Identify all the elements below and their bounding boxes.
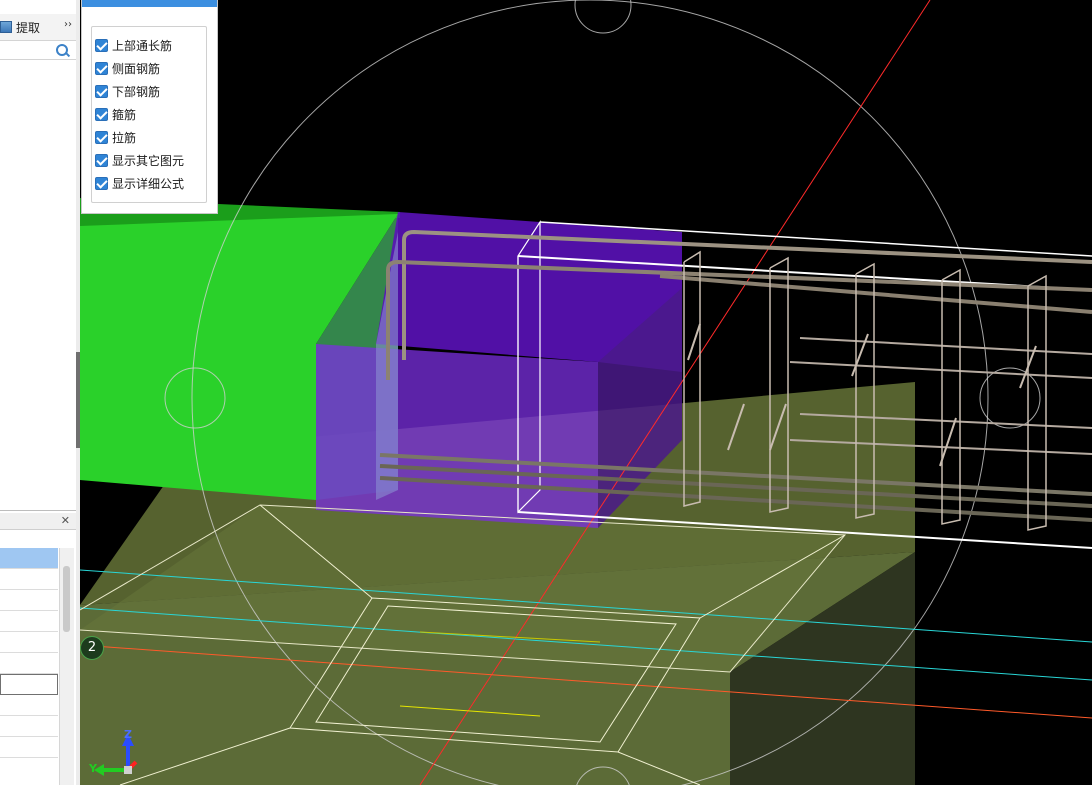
grid-row-edit[interactable] [0, 674, 58, 695]
checkbox-check-icon[interactable] [95, 38, 108, 52]
grid-row[interactable] [0, 716, 58, 737]
layer-checkbox-4[interactable]: 拉筋 [95, 129, 136, 145]
checkbox-check-icon[interactable] [95, 130, 108, 144]
axis-z-label: Z [124, 728, 132, 741]
checkbox-label: 侧面钢筋 [112, 61, 161, 76]
layer-checkbox-3[interactable]: 箍筋 [95, 106, 136, 122]
more-icon[interactable]: ›› [64, 19, 72, 30]
grid-row[interactable] [0, 737, 58, 758]
layer-checkbox-0[interactable]: 上部通长筋 [95, 37, 172, 53]
panel-title-bar[interactable] [82, 0, 217, 7]
search-icon[interactable] [56, 44, 68, 56]
extract-icon [0, 21, 12, 33]
grid-axis-number[interactable]: 2 [80, 636, 104, 660]
checkbox-check-icon[interactable] [95, 153, 108, 167]
checkbox-label: 箍筋 [112, 107, 137, 122]
checkbox-label: 上部通长筋 [112, 38, 173, 53]
3d-viewport[interactable] [80, 0, 1092, 785]
extract-label: 提取 [16, 20, 41, 35]
property-grid [0, 548, 58, 758]
property-panel-header: ✕ [0, 513, 76, 530]
grid-row[interactable] [0, 611, 58, 632]
purple-block-front [316, 344, 598, 528]
checkbox-check-icon[interactable] [95, 61, 108, 75]
vertical-scrollbar[interactable] [59, 548, 74, 785]
grid-row[interactable] [0, 695, 58, 716]
display-options-panel: 上部通长筋侧面钢筋下部钢筋箍筋拉筋显示其它图元 显示详细公式 [82, 0, 217, 213]
search-input[interactable] [0, 41, 76, 60]
checkbox-check-icon[interactable] [95, 107, 108, 121]
grid-row[interactable] [0, 632, 58, 653]
extract-button[interactable]: 提取 [0, 18, 40, 36]
grid-row[interactable] [0, 590, 58, 611]
checkbox-check-icon[interactable] [95, 84, 108, 98]
panel-divider [0, 510, 76, 511]
layer-checkbox-6[interactable]: 显示详细公式 [95, 175, 184, 191]
axis-y-label: Y [89, 762, 97, 775]
layer-checkbox-2[interactable]: 下部钢筋 [95, 83, 160, 99]
left-toolbar: 提取 ›› [0, 14, 76, 41]
checkbox-check-icon[interactable] [95, 176, 108, 190]
close-icon[interactable]: ✕ [61, 514, 70, 527]
app-window: 提取 ›› ✕ Z Y 2 上部通长筋 侧面钢筋 下部钢筋 箍筋 拉筋 显示其它… [0, 0, 1092, 785]
grid-row[interactable] [0, 548, 58, 569]
checkbox-label: 显示详细公式 [112, 176, 185, 191]
grid-row[interactable] [0, 653, 58, 674]
grid-row[interactable] [0, 569, 58, 590]
checkbox-label: 下部钢筋 [112, 84, 161, 99]
left-panel: 提取 ›› ✕ [0, 0, 77, 785]
checkbox-label: 拉筋 [112, 130, 137, 145]
layer-checkbox-5[interactable]: 显示其它图元 [95, 152, 184, 168]
checkbox-label: 显示其它图元 [112, 153, 185, 168]
scroll-thumb[interactable] [63, 566, 70, 632]
layer-checkbox-1[interactable]: 侧面钢筋 [95, 60, 160, 76]
